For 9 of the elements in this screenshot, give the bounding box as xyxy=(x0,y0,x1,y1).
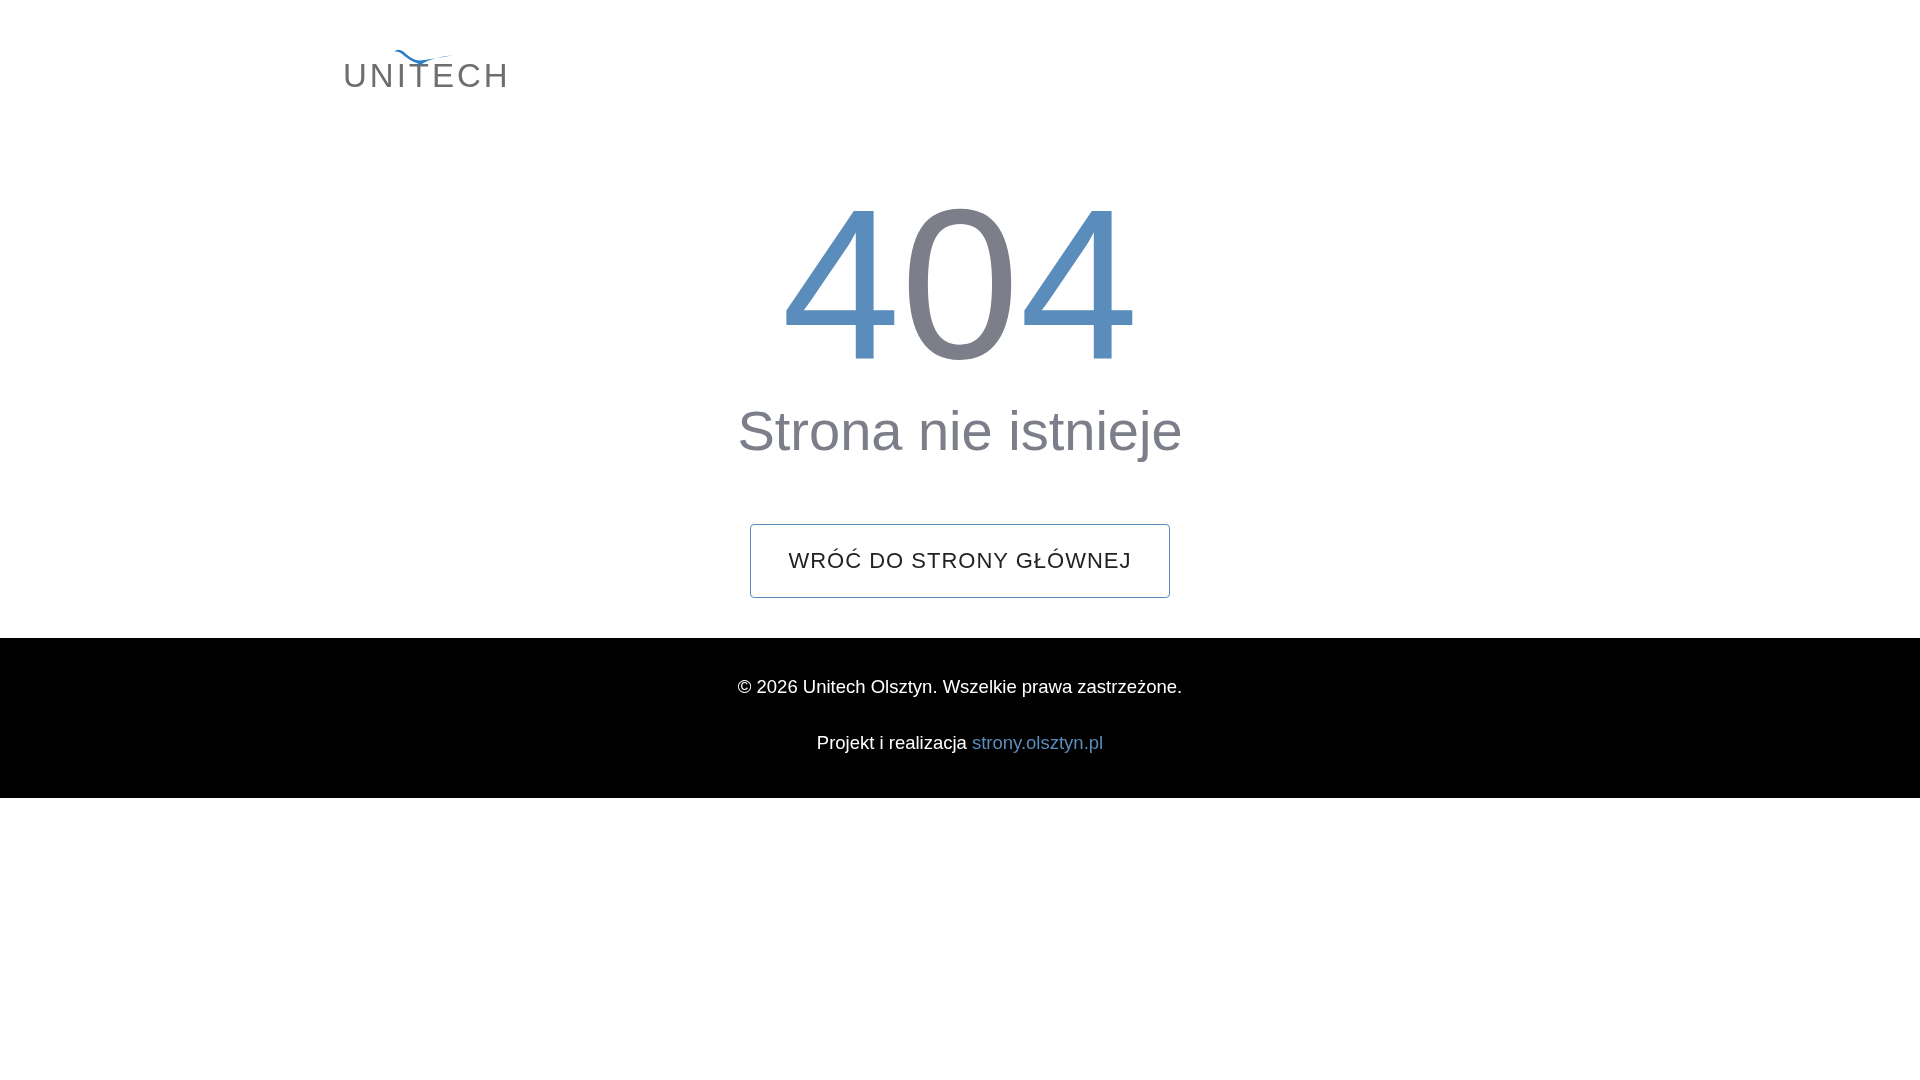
home-button[interactable]: WRÓĆ DO STRONY GŁÓWNEJ xyxy=(750,524,1170,599)
credit-text: Projekt i realizacja xyxy=(816,732,967,754)
copyright-text: © 2026 Unitech Olsztyn. Wszelkie prawa zastrzeżone. xyxy=(737,676,1183,699)
error-code-digit: 0 xyxy=(900,177,1020,391)
credit-link[interactable]: strony.olsztyn.pl xyxy=(971,732,1104,754)
error-message: Strona nie istnieje xyxy=(737,398,1183,464)
error-code-digit: 4 xyxy=(1019,177,1139,391)
logo[interactable]: UNITECH xyxy=(343,48,511,94)
error-code-digit: 4 xyxy=(781,177,901,391)
